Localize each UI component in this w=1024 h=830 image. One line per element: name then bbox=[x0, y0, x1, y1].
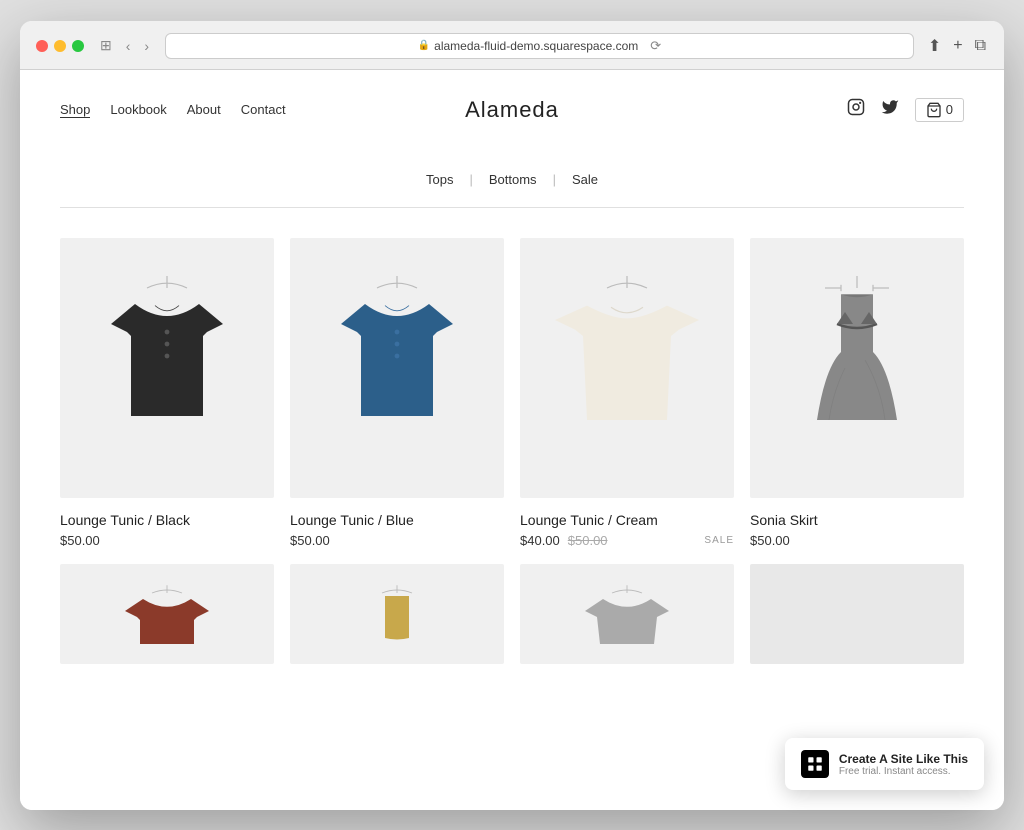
browser-actions: ⬆ + ⧉ bbox=[926, 34, 988, 58]
cart-button[interactable]: 0 bbox=[915, 98, 964, 122]
nav-about[interactable]: About bbox=[187, 102, 221, 117]
product-original-price-2: $50.00 bbox=[568, 533, 608, 548]
squarespace-promo[interactable]: Create A Site Like This Free trial. Inst… bbox=[785, 738, 984, 790]
separator-1: | bbox=[469, 172, 472, 187]
product-image-skirt bbox=[750, 238, 964, 498]
promo-text: Create A Site Like This Free trial. Inst… bbox=[839, 752, 968, 777]
product-name-2: Lounge Tunic / Cream bbox=[520, 512, 734, 528]
product-name-0: Lounge Tunic / Black bbox=[60, 512, 274, 528]
second-row-image-2 bbox=[290, 564, 504, 664]
share-button[interactable]: ⬆ bbox=[926, 34, 943, 58]
product-card-cream-tunic[interactable]: Lounge Tunic / Cream $40.00 $50.00 SALE bbox=[520, 238, 734, 548]
product-price-row-2: $40.00 $50.00 SALE bbox=[520, 533, 734, 548]
reload-icon[interactable]: ⟳ bbox=[650, 38, 661, 54]
second-row-image-4 bbox=[750, 564, 964, 664]
cart-icon bbox=[926, 102, 942, 118]
second-row-item-1[interactable] bbox=[60, 564, 274, 678]
back-button[interactable]: ‹ bbox=[122, 36, 135, 56]
sidebar-toggle[interactable]: ⊞ bbox=[96, 35, 116, 56]
nav-left: Shop Lookbook About Contact bbox=[60, 102, 286, 118]
twitter-icon[interactable] bbox=[881, 98, 899, 121]
cart-count: 0 bbox=[946, 102, 953, 117]
second-row-grid bbox=[20, 548, 1004, 678]
tabs-button[interactable]: ⧉ bbox=[973, 35, 988, 57]
sale-badge-2: SALE bbox=[704, 535, 734, 546]
nav-right: 0 bbox=[847, 98, 964, 122]
second-row-item-3[interactable] bbox=[520, 564, 734, 678]
new-tab-button[interactable]: + bbox=[951, 35, 964, 57]
product-card-black-tunic[interactable]: Lounge Tunic / Black $50.00 bbox=[60, 238, 274, 548]
product-price-0: $50.00 bbox=[60, 533, 100, 548]
lock-icon: 🔒 bbox=[418, 40, 430, 51]
second-row-item-4[interactable] bbox=[750, 564, 964, 678]
squarespace-logo bbox=[801, 750, 829, 778]
product-image-black bbox=[60, 238, 274, 498]
maximize-button[interactable] bbox=[72, 40, 84, 52]
address-bar[interactable]: 🔒 alameda-fluid-demo.squarespace.com ⟳ bbox=[165, 33, 914, 59]
filter-bottoms[interactable]: Bottoms bbox=[489, 172, 537, 187]
traffic-lights bbox=[36, 40, 84, 52]
separator-2: | bbox=[553, 172, 556, 187]
filter-tops[interactable]: Tops bbox=[426, 172, 453, 187]
close-button[interactable] bbox=[36, 40, 48, 52]
product-price-1: $50.00 bbox=[290, 533, 330, 548]
product-card-blue-tunic[interactable]: Lounge Tunic / Blue $50.00 bbox=[290, 238, 504, 548]
divider bbox=[60, 207, 964, 208]
site-title: Alameda bbox=[465, 97, 559, 123]
browser-controls: ⊞ ‹ › bbox=[96, 35, 153, 56]
promo-subtitle: Free trial. Instant access. bbox=[839, 766, 968, 777]
minimize-button[interactable] bbox=[54, 40, 66, 52]
nav-contact[interactable]: Contact bbox=[241, 102, 286, 117]
product-name-3: Sonia Skirt bbox=[750, 512, 964, 528]
product-card-sonia-skirt[interactable]: Sonia Skirt $50.00 bbox=[750, 238, 964, 548]
filter-sale[interactable]: Sale bbox=[572, 172, 598, 187]
product-image-cream bbox=[520, 238, 734, 498]
second-row-image-1 bbox=[60, 564, 274, 664]
nav-shop[interactable]: Shop bbox=[60, 102, 90, 118]
instagram-icon[interactable] bbox=[847, 98, 865, 121]
url-text: alameda-fluid-demo.squarespace.com bbox=[434, 39, 638, 53]
site-header: Shop Lookbook About Contact Alameda bbox=[20, 70, 1004, 142]
second-row-item-2[interactable] bbox=[290, 564, 504, 678]
product-price-3: $50.00 bbox=[750, 533, 790, 548]
product-price-row-0: $50.00 bbox=[60, 533, 274, 548]
category-filter: Tops | Bottoms | Sale bbox=[20, 142, 1004, 207]
product-price-row-1: $50.00 bbox=[290, 533, 504, 548]
promo-title: Create A Site Like This bbox=[839, 752, 968, 766]
product-image-blue bbox=[290, 238, 504, 498]
nav-lookbook[interactable]: Lookbook bbox=[110, 102, 166, 117]
second-row-image-3 bbox=[520, 564, 734, 664]
product-grid: Lounge Tunic / Black $50.00 bbox=[20, 238, 1004, 548]
product-name-1: Lounge Tunic / Blue bbox=[290, 512, 504, 528]
product-price-2: $40.00 bbox=[520, 533, 560, 548]
forward-button[interactable]: › bbox=[140, 36, 153, 56]
product-price-row-3: $50.00 bbox=[750, 533, 964, 548]
